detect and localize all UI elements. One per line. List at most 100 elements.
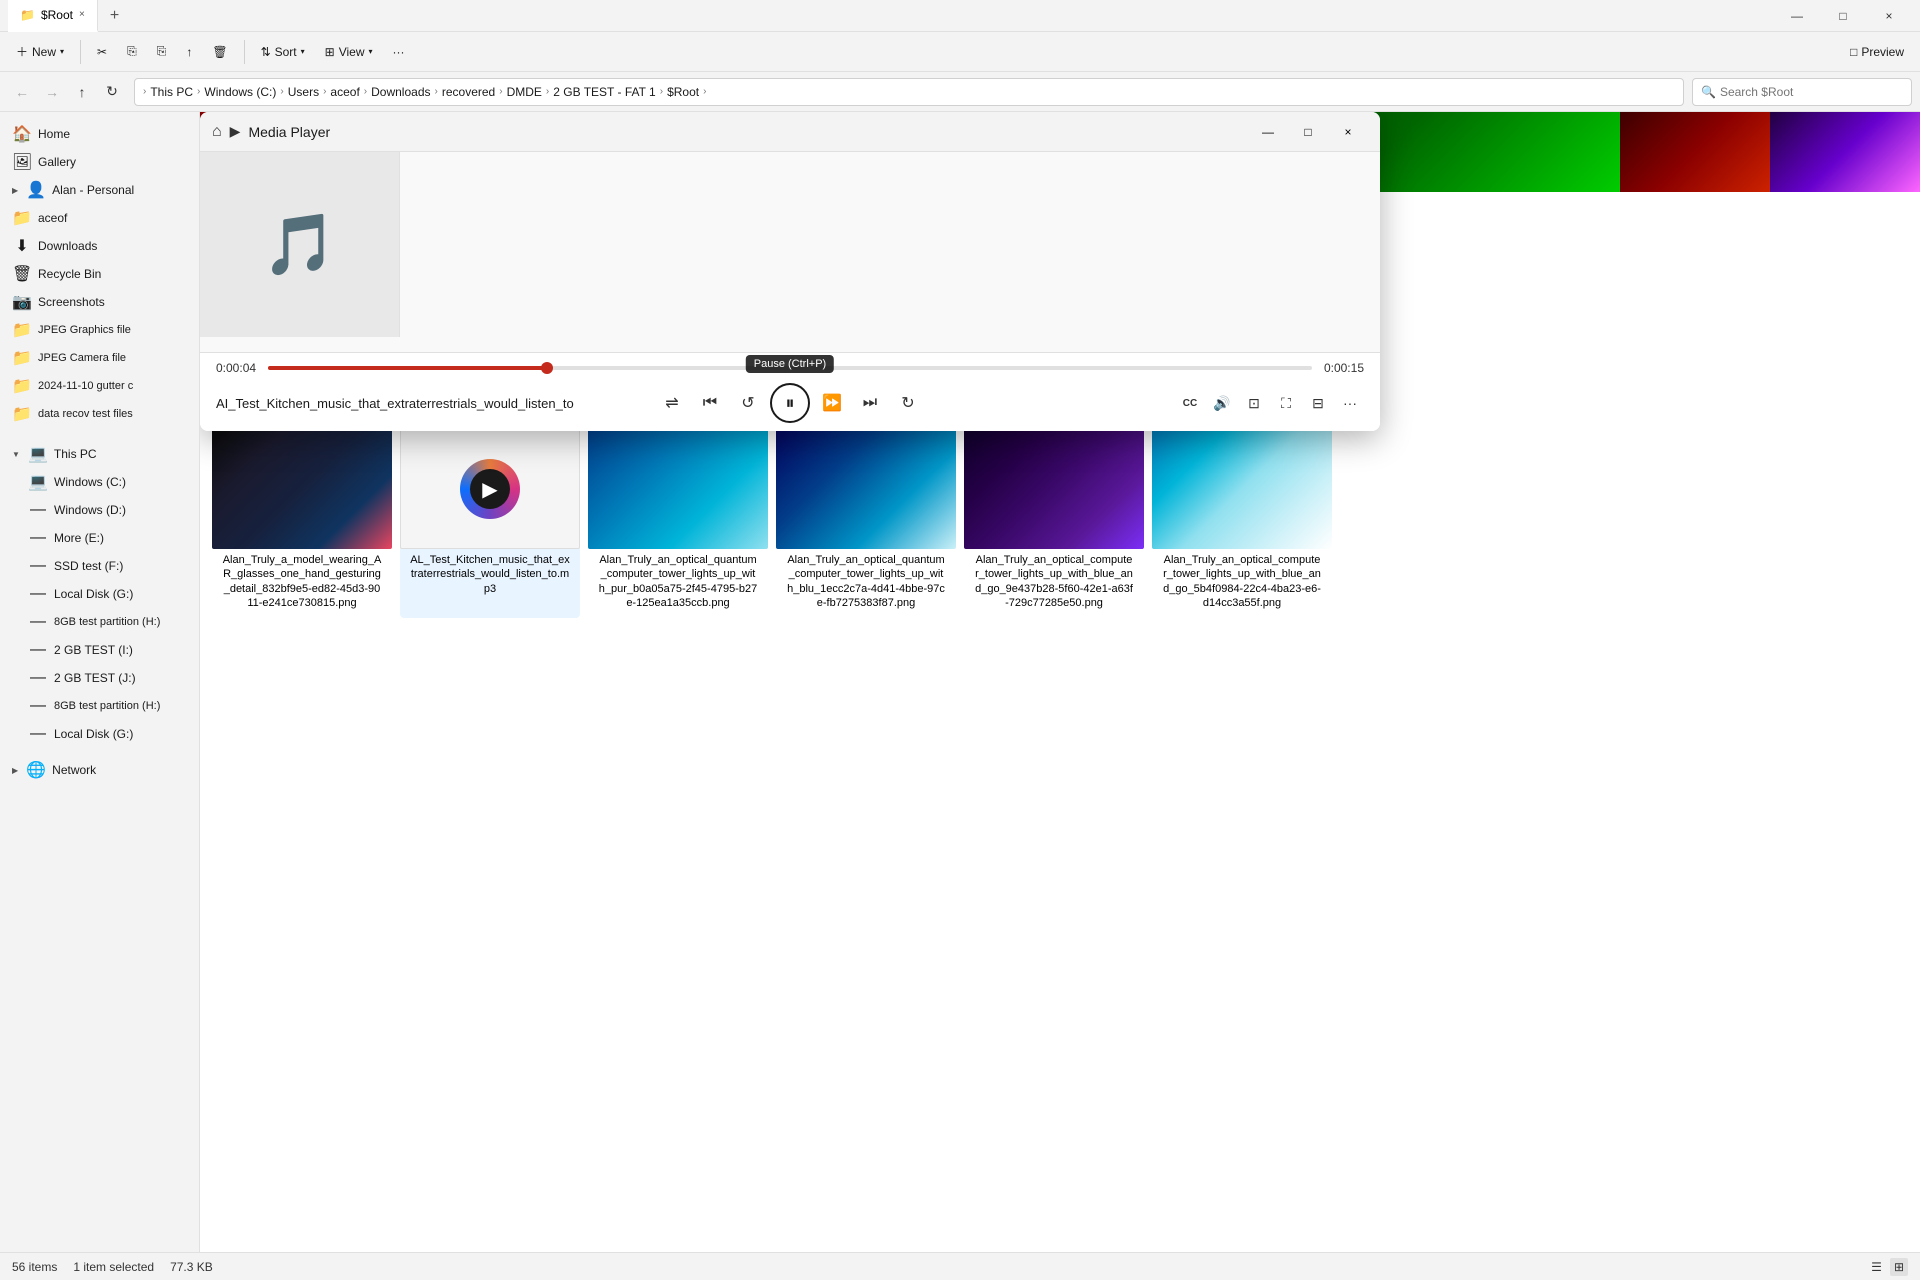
breadcrumb-aceof[interactable]: aceof bbox=[330, 85, 359, 99]
minimize-button[interactable]: — bbox=[1774, 0, 1820, 32]
maximize-button[interactable]: □ bbox=[1820, 0, 1866, 32]
paste-button[interactable]: ⎘ bbox=[149, 40, 175, 63]
computer-icon: 💻 bbox=[28, 444, 48, 464]
toolbar-separator-2 bbox=[244, 40, 245, 64]
sidebar-item-aceof[interactable]: 📁 aceof bbox=[0, 204, 199, 232]
status-list-view[interactable]: ☰ bbox=[1867, 1258, 1886, 1276]
search-input[interactable] bbox=[1720, 85, 1903, 99]
file-item-optical-crystal[interactable]: Alan_Truly_an_optical_computer_tower_lig… bbox=[1152, 421, 1332, 618]
sidebar-item-windows-d[interactable]: — Windows (D:) bbox=[0, 496, 199, 524]
breadcrumb-2gb-fat1[interactable]: 2 GB TEST - FAT 1 bbox=[553, 85, 655, 99]
mp-fullscreen-button[interactable]: ⛶ bbox=[1272, 389, 1300, 417]
breadcrumb-recovered[interactable]: recovered bbox=[442, 85, 495, 99]
mp-shuffle-button[interactable]: ⇌ bbox=[656, 387, 688, 419]
copy-button[interactable]: ⎘ bbox=[119, 40, 145, 63]
file-name-mp3: AL_Test_Kitchen_music_that_extraterrestr… bbox=[410, 553, 570, 596]
breadcrumb-users[interactable]: Users bbox=[288, 85, 319, 99]
active-tab[interactable]: 📁 $Root × bbox=[8, 0, 98, 32]
mp-mini-player-button[interactable]: ⊡ bbox=[1240, 389, 1268, 417]
sort-button[interactable]: ⇅ Sort ▾ bbox=[253, 41, 313, 63]
mp-close-button[interactable]: × bbox=[1328, 116, 1368, 148]
forward-button[interactable]: → bbox=[38, 78, 66, 106]
file-item-quantum-purple[interactable]: Alan_Truly_an_optical_quantum_computer_t… bbox=[588, 421, 768, 618]
file-item-quantum-blue[interactable]: Alan_Truly_an_optical_quantum_computer_t… bbox=[776, 421, 956, 618]
drive-g2-icon: — bbox=[28, 725, 48, 743]
breadcrumb[interactable]: › This PC › Windows (C:) › Users › aceof… bbox=[134, 78, 1684, 106]
view-button[interactable]: ⊞ View ▾ bbox=[317, 41, 381, 63]
up-button[interactable]: ↑ bbox=[68, 78, 96, 106]
share-button[interactable]: ↑ bbox=[178, 41, 200, 63]
mp-time-current: 0:00:04 bbox=[216, 361, 260, 375]
media-player-title-bar: ⌂ ▶ Media Player — □ × bbox=[200, 112, 1380, 152]
sidebar-item-8gb-h[interactable]: — 8GB test partition (H:) bbox=[0, 608, 199, 636]
sidebar-item-2024-gutter[interactable]: 📁 2024-11-10 gutter c bbox=[0, 372, 199, 400]
sidebar-item-screenshots[interactable]: 📷 Screenshots bbox=[0, 288, 199, 316]
file-item-mp3[interactable]: ▶ AL_Test_Kitchen_music_that_extraterres… bbox=[400, 421, 580, 618]
mp-song-title-text: AI_Test_Kitchen_music_that_extraterrestr… bbox=[216, 396, 574, 411]
file-item-optical-blue-go[interactable]: Alan_Truly_an_optical_computer_tower_lig… bbox=[964, 421, 1144, 618]
status-bar: 56 items 1 item selected 77.3 KB ☰ ⊞ bbox=[0, 1252, 1920, 1280]
sidebar-item-ssd-f[interactable]: — SSD test (F:) bbox=[0, 552, 199, 580]
mp-more-options-button[interactable]: ··· bbox=[1336, 389, 1364, 417]
sidebar-item-recycle-bin[interactable]: 🗑 Recycle Bin bbox=[0, 260, 199, 288]
mp-prev-button[interactable]: ⏮ bbox=[694, 387, 726, 419]
breadcrumb-root[interactable]: $Root bbox=[667, 85, 699, 99]
breadcrumb-this-pc[interactable]: This PC bbox=[150, 85, 193, 99]
cut-button[interactable]: ✂ bbox=[89, 41, 115, 63]
sidebar-item-data-recov[interactable]: 📁 data recov test files bbox=[0, 400, 199, 428]
sidebar-item-downloads[interactable]: ⬇ Downloads bbox=[0, 232, 199, 260]
preview-button[interactable]: □ Preview bbox=[1842, 41, 1912, 63]
status-size: 77.3 KB bbox=[170, 1260, 213, 1274]
mp-pause-button[interactable]: ⏸ bbox=[770, 383, 810, 423]
mp-progress-bar[interactable] bbox=[268, 366, 1312, 370]
sidebar-item-2gb-i[interactable]: — 2 GB TEST (I:) bbox=[0, 636, 199, 664]
sidebar-item-2gb-j[interactable]: — 2 GB TEST (J:) bbox=[0, 664, 199, 692]
mp-minimize-button[interactable]: — bbox=[1248, 116, 1288, 148]
breadcrumb-windows-c[interactable]: Windows (C:) bbox=[204, 85, 276, 99]
mp-captions-button[interactable]: CC bbox=[1176, 389, 1204, 417]
sidebar-item-jpeg-camera[interactable]: 📁 JPEG Camera file bbox=[0, 344, 199, 372]
mp-repeat-button[interactable]: ↻ bbox=[892, 387, 924, 419]
search-box[interactable]: 🔍 bbox=[1692, 78, 1912, 106]
close-button[interactable]: × bbox=[1866, 0, 1912, 32]
breadcrumb-dmde[interactable]: DMDE bbox=[507, 85, 542, 99]
delete-button[interactable]: 🗑 bbox=[204, 41, 235, 63]
sidebar-item-alan-personal[interactable]: ▶ 👤 Alan - Personal bbox=[0, 176, 199, 204]
mp-right-controls: CC 🔊 ⊡ ⛶ ⊟ ··· bbox=[924, 389, 1364, 417]
new-button[interactable]: ＋ New ▾ bbox=[8, 39, 72, 64]
more-options-button[interactable]: ··· bbox=[385, 41, 413, 63]
file-name-quantum-blue: Alan_Truly_an_optical_quantum_computer_t… bbox=[786, 553, 946, 610]
sidebar-item-windows-c[interactable]: 💻 Windows (C:) bbox=[0, 468, 199, 496]
file-item-alan-ar-glasses[interactable]: Alan_Truly_a_model_wearing_AR_glasses_on… bbox=[212, 421, 392, 618]
new-tab-button[interactable]: + bbox=[98, 7, 131, 25]
status-grid-view[interactable]: ⊞ bbox=[1890, 1258, 1908, 1276]
title-bar: 📁 $Root × + — □ × bbox=[0, 0, 1920, 32]
mp-replay-button[interactable]: ↺ bbox=[732, 387, 764, 419]
folder-gutter-icon: 📁 bbox=[12, 376, 32, 396]
sidebar-item-network[interactable]: ▶ 🌐 Network bbox=[0, 756, 199, 784]
sidebar-item-this-pc[interactable]: ▼ 💻 This PC bbox=[0, 440, 199, 468]
sidebar-item-8gb-h2[interactable]: — 8GB test partition (H:) bbox=[0, 692, 199, 720]
sidebar-item-local-g[interactable]: — Local Disk (G:) bbox=[0, 580, 199, 608]
sidebar-item-local-g2[interactable]: — Local Disk (G:) bbox=[0, 720, 199, 748]
search-icon: 🔍 bbox=[1701, 85, 1716, 99]
tab-close-button[interactable]: × bbox=[79, 9, 85, 20]
mp-cast-button[interactable]: ⊟ bbox=[1304, 389, 1332, 417]
sidebar-item-jpeg-graphics[interactable]: 📁 JPEG Graphics file bbox=[0, 316, 199, 344]
mp-content-area bbox=[400, 152, 1380, 352]
mp-maximize-button[interactable]: □ bbox=[1288, 116, 1328, 148]
mp-fast-forward-button[interactable]: ⏩ bbox=[816, 387, 848, 419]
mp-volume-button[interactable]: 🔊 bbox=[1208, 389, 1236, 417]
mp-home-button[interactable]: ⌂ bbox=[212, 123, 222, 141]
toolbar-separator-1 bbox=[80, 40, 81, 64]
drive-d-icon: — bbox=[28, 501, 48, 519]
sidebar-item-gallery[interactable]: 🖼 Gallery bbox=[0, 148, 199, 176]
sidebar-item-home[interactable]: 🏠 Home bbox=[0, 120, 199, 148]
back-button[interactable]: ← bbox=[8, 78, 36, 106]
refresh-button[interactable]: ↻ bbox=[98, 78, 126, 106]
sidebar-item-more-e[interactable]: — More (E:) bbox=[0, 524, 199, 552]
mp-time-total: 0:00:15 bbox=[1320, 361, 1364, 375]
mp-next-button[interactable]: ⏭ bbox=[854, 387, 886, 419]
breadcrumb-downloads[interactable]: Downloads bbox=[371, 85, 430, 99]
drive-j-icon: — bbox=[28, 669, 48, 687]
